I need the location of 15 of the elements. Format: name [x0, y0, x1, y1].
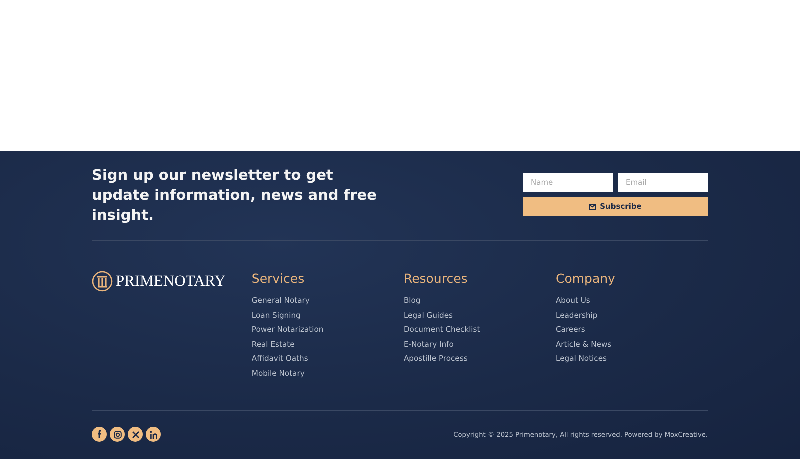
social-button[interactable]	[92, 427, 107, 442]
social-button[interactable]	[146, 427, 161, 442]
linkedin-icon	[150, 430, 158, 438]
social-button[interactable]	[128, 427, 143, 442]
mail-icon	[589, 204, 596, 210]
logo-icon	[92, 271, 113, 292]
x-icon	[132, 430, 140, 438]
instagram-icon	[114, 430, 122, 438]
newsletter-heading: Sign up our newsletter to get update information, news and free insight.	[92, 166, 378, 226]
column-heading: Services	[252, 271, 305, 287]
logo-text: PRIMENOTARY	[116, 272, 226, 292]
column-heading: Company	[556, 271, 616, 287]
social-button[interactable]	[110, 427, 125, 442]
column-heading: Resources	[404, 271, 468, 287]
facebook-icon	[96, 430, 104, 439]
